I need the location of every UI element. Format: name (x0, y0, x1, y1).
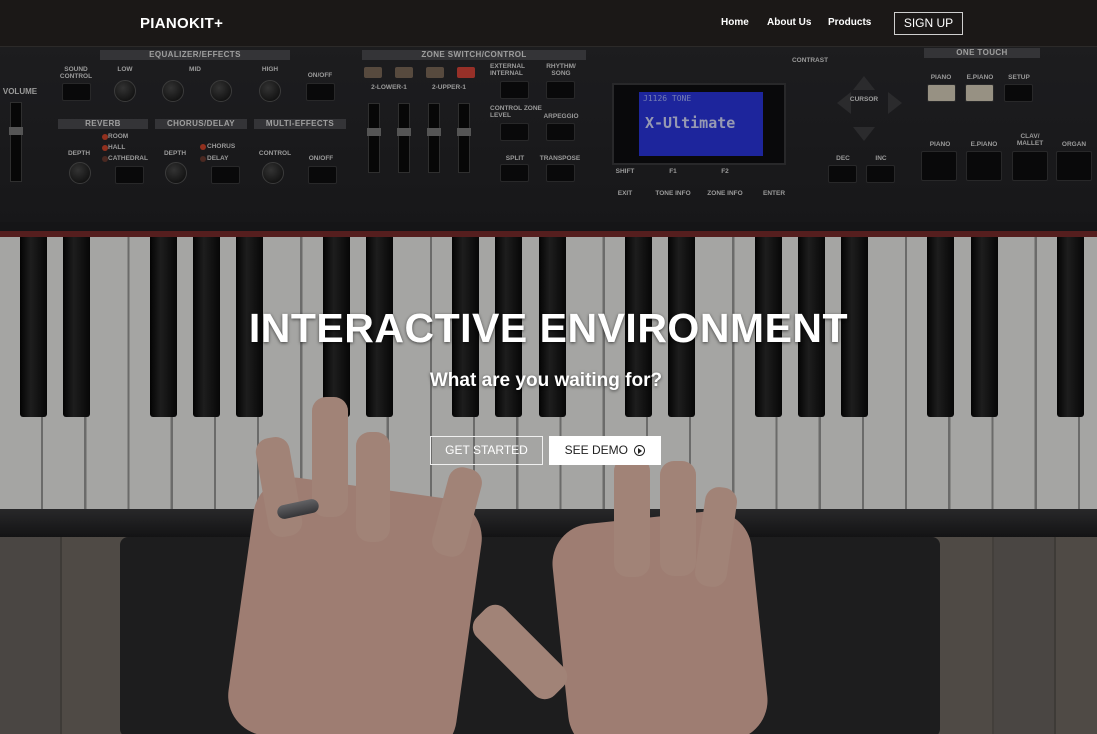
hero-title: INTERACTIVE ENVIRONMENT (248, 305, 849, 351)
play-circle-icon (634, 445, 646, 456)
see-demo-label: SEE DEMO (564, 443, 628, 457)
hero-section: EQUALIZER/EFFECTS ZONE SWITCH/CONTROL ON… (0, 47, 1097, 734)
sign-up-button[interactable]: SIGN UP (894, 12, 963, 35)
nav-link-products[interactable]: Products (828, 17, 871, 28)
see-demo-button[interactable]: SEE DEMO (549, 436, 661, 465)
nav-link-about-us[interactable]: About Us (767, 17, 811, 28)
brand-logo[interactable]: PIANOKIT+ (140, 15, 223, 32)
get-started-button[interactable]: GET STARTED (430, 436, 543, 465)
nav-link-home[interactable]: Home (721, 17, 749, 28)
navbar: PIANOKIT+ Home About Us Products SIGN UP (0, 0, 1097, 47)
hero-subtitle: What are you waiting for? (429, 370, 663, 391)
